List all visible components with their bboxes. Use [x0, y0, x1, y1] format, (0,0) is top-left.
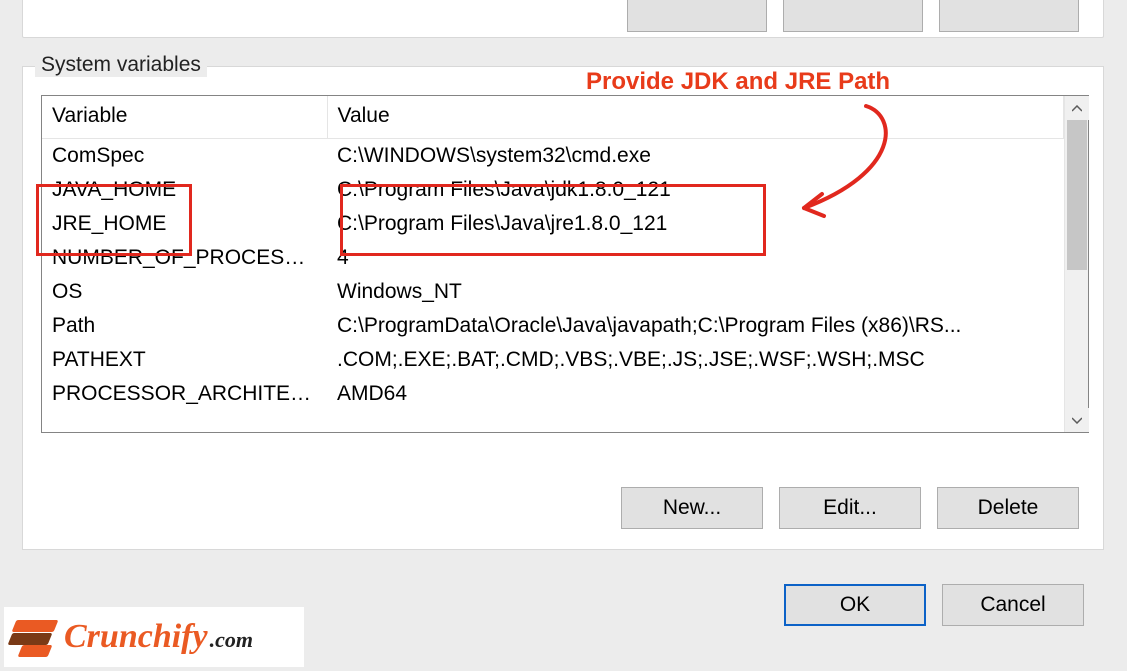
chevron-down-icon: [1072, 417, 1082, 424]
cell-variable: JAVA_HOME: [42, 173, 327, 207]
cell-variable: PATHEXT: [42, 343, 327, 377]
cell-variable: OS: [42, 275, 327, 309]
brand-watermark: Crunchify.com: [4, 607, 304, 667]
cell-variable: PROCESSOR_ARCHITECTURE: [42, 377, 327, 411]
brand-logo-icon: [14, 618, 56, 656]
cell-value: AMD64: [327, 377, 1064, 411]
table-row[interactable]: NUMBER_OF_PROCESSORS 4: [42, 241, 1064, 275]
edit-button[interactable]: Edit...: [779, 487, 921, 529]
delete-button[interactable]: Delete: [937, 487, 1079, 529]
cell-variable: NUMBER_OF_PROCESSORS: [42, 241, 327, 275]
user-new-button[interactable]: [627, 0, 767, 32]
new-button[interactable]: New...: [621, 487, 763, 529]
system-variables-group: System variables Variable Value ComSpec …: [22, 66, 1104, 550]
cell-value: C:\Program Files\Java\jre1.8.0_121: [327, 207, 1064, 241]
user-variables-button-row: [627, 0, 1079, 32]
brand-name-main: Crunchify: [64, 618, 208, 655]
cell-value: C:\ProgramData\Oracle\Java\javapath;C:\P…: [327, 309, 1064, 343]
annotation-text: Provide JDK and JRE Path: [586, 68, 890, 96]
column-header-variable[interactable]: Variable: [42, 96, 327, 139]
column-header-value[interactable]: Value: [327, 96, 1064, 139]
scroll-up-button[interactable]: [1065, 96, 1089, 120]
cell-value: 4: [327, 241, 1064, 275]
table-row[interactable]: PROCESSOR_ARCHITECTURE AMD64: [42, 377, 1064, 411]
cell-variable: JRE_HOME: [42, 207, 327, 241]
cell-value: C:\Program Files\Java\jdk1.8.0_121: [327, 173, 1064, 207]
scroll-down-button[interactable]: [1065, 408, 1089, 432]
user-edit-button[interactable]: [783, 0, 923, 32]
table-row[interactable]: OS Windows_NT: [42, 275, 1064, 309]
table-row[interactable]: JAVA_HOME C:\Program Files\Java\jdk1.8.0…: [42, 173, 1064, 207]
user-variables-panel-bottom: [22, 0, 1104, 38]
brand-name-suffix: .com: [210, 627, 253, 652]
system-variables-title: System variables: [35, 53, 207, 77]
system-variables-table: Variable Value ComSpec C:\WINDOWS\system…: [42, 96, 1064, 411]
table-row[interactable]: ComSpec C:\WINDOWS\system32\cmd.exe: [42, 139, 1064, 174]
cell-value: Windows_NT: [327, 275, 1064, 309]
cell-variable: ComSpec: [42, 139, 327, 174]
user-delete-button[interactable]: [939, 0, 1079, 32]
table-row[interactable]: Path C:\ProgramData\Oracle\Java\javapath…: [42, 309, 1064, 343]
vertical-scrollbar[interactable]: [1064, 96, 1088, 432]
system-variables-listarea: Variable Value ComSpec C:\WINDOWS\system…: [42, 96, 1064, 432]
system-variables-listbox[interactable]: Variable Value ComSpec C:\WINDOWS\system…: [41, 95, 1089, 433]
table-header-row: Variable Value: [42, 96, 1064, 139]
chevron-up-icon: [1072, 105, 1082, 112]
scroll-thumb[interactable]: [1067, 120, 1087, 270]
table-row[interactable]: JRE_HOME C:\Program Files\Java\jre1.8.0_…: [42, 207, 1064, 241]
cancel-button[interactable]: Cancel: [942, 584, 1084, 626]
system-variables-button-row: New... Edit... Delete: [621, 487, 1079, 529]
cell-value: .COM;.EXE;.BAT;.CMD;.VBS;.VBE;.JS;.JSE;.…: [327, 343, 1064, 377]
cell-variable: Path: [42, 309, 327, 343]
table-row[interactable]: PATHEXT .COM;.EXE;.BAT;.CMD;.VBS;.VBE;.J…: [42, 343, 1064, 377]
ok-button[interactable]: OK: [784, 584, 926, 626]
brand-name: Crunchify.com: [64, 618, 253, 656]
cell-value: C:\WINDOWS\system32\cmd.exe: [327, 139, 1064, 174]
